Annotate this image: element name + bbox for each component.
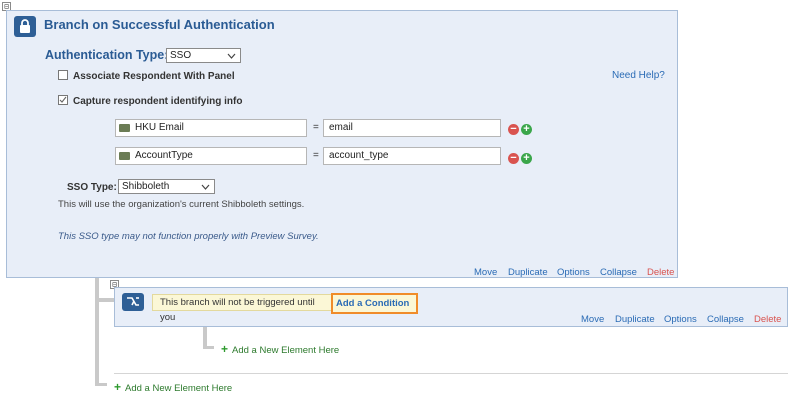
branch-icon — [122, 293, 144, 311]
remove-row-button-1[interactable]: − — [508, 124, 519, 135]
branch-delete-button[interactable]: Delete — [754, 314, 781, 325]
sso-type-label: SSO Type: — [67, 182, 117, 193]
identifier-value-input-2[interactable]: account_type — [323, 147, 501, 165]
field-tag-icon — [119, 152, 130, 160]
add-element-outer-label: Add a New Element Here — [125, 383, 233, 394]
add-element-outer-link[interactable]: + Add a New Element Here — [114, 380, 232, 394]
auth-type-label: Authentication Type: — [45, 48, 169, 62]
identifier-field-label: HKU Email — [135, 122, 184, 133]
identifier-field-label: AccountType — [135, 150, 193, 161]
branch-collapse-button[interactable]: Collapse — [707, 314, 744, 325]
delete-button[interactable]: Delete — [647, 267, 674, 278]
tree-connector-branch — [95, 298, 114, 302]
identifier-value: email — [329, 122, 353, 133]
branch-warning-message: This branch will not be triggered until … — [152, 294, 332, 323]
duplicate-button[interactable]: Duplicate — [508, 267, 548, 278]
checkbox-checked-icon — [59, 96, 67, 103]
sso-type-select[interactable]: Shibboleth — [118, 179, 215, 194]
equals-sign: = — [313, 122, 319, 133]
branch-options-button[interactable]: Options — [664, 314, 697, 325]
need-help-link[interactable]: Need Help? — [612, 70, 665, 81]
identifier-value-input-1[interactable]: email — [323, 119, 501, 137]
condition-branch-panel: This branch will not be triggered until … — [114, 287, 788, 327]
panel-title: Branch on Successful Authentication — [44, 17, 275, 32]
auth-type-value: SSO — [170, 50, 192, 61]
section-divider — [114, 373, 788, 374]
sso-type-value: Shibboleth — [122, 181, 170, 192]
add-condition-link[interactable]: Add a Condition — [331, 293, 418, 314]
capture-info-checkbox[interactable] — [58, 95, 68, 105]
chevron-down-icon — [201, 182, 210, 195]
auth-type-select[interactable]: SSO — [166, 48, 241, 63]
plus-circle-icon: + — [523, 123, 530, 135]
minus-circle-icon: − — [510, 123, 517, 135]
tree-connector-bottom — [95, 383, 107, 386]
authentication-branch-panel: Branch on Successful Authentication Auth… — [6, 10, 678, 278]
identifier-value: account_type — [329, 150, 389, 161]
chevron-down-icon — [227, 51, 236, 64]
plus-icon: + — [114, 380, 122, 394]
identifier-field-2[interactable]: AccountType — [115, 147, 307, 165]
identifier-field-1[interactable]: HKU Email — [115, 119, 307, 137]
add-row-button-2[interactable]: + — [521, 153, 532, 164]
add-element-inner-label: Add a New Element Here — [232, 345, 340, 356]
move-button[interactable]: Move — [474, 267, 497, 278]
branch-duplicate-button[interactable]: Duplicate — [615, 314, 655, 325]
equals-sign: = — [313, 150, 319, 161]
branch-warning-text: This branch will not be triggered until … — [160, 297, 315, 323]
sso-info-text: This will use the organization's current… — [58, 199, 305, 210]
sso-warning-text: This SSO type may not function properly … — [58, 231, 319, 242]
add-element-inner-link[interactable]: + Add a New Element Here — [221, 342, 339, 356]
capture-info-label: Capture respondent identifying info — [73, 96, 243, 107]
remove-row-button-2[interactable]: − — [508, 153, 519, 164]
field-tag-icon — [119, 124, 130, 132]
plus-icon: + — [221, 342, 229, 356]
plus-circle-icon: + — [523, 152, 530, 164]
add-row-button-1[interactable]: + — [521, 124, 532, 135]
tree-connector-inner-end — [203, 346, 214, 349]
options-button[interactable]: Options — [557, 267, 590, 278]
lock-icon — [14, 16, 36, 37]
associate-panel-label: Associate Respondent With Panel — [73, 71, 235, 82]
minus-circle-icon: − — [510, 152, 517, 164]
tree-connector-outer — [95, 278, 99, 386]
collapse-button[interactable]: Collapse — [600, 267, 637, 278]
associate-panel-checkbox[interactable] — [58, 70, 68, 80]
branch-move-button[interactable]: Move — [581, 314, 604, 325]
